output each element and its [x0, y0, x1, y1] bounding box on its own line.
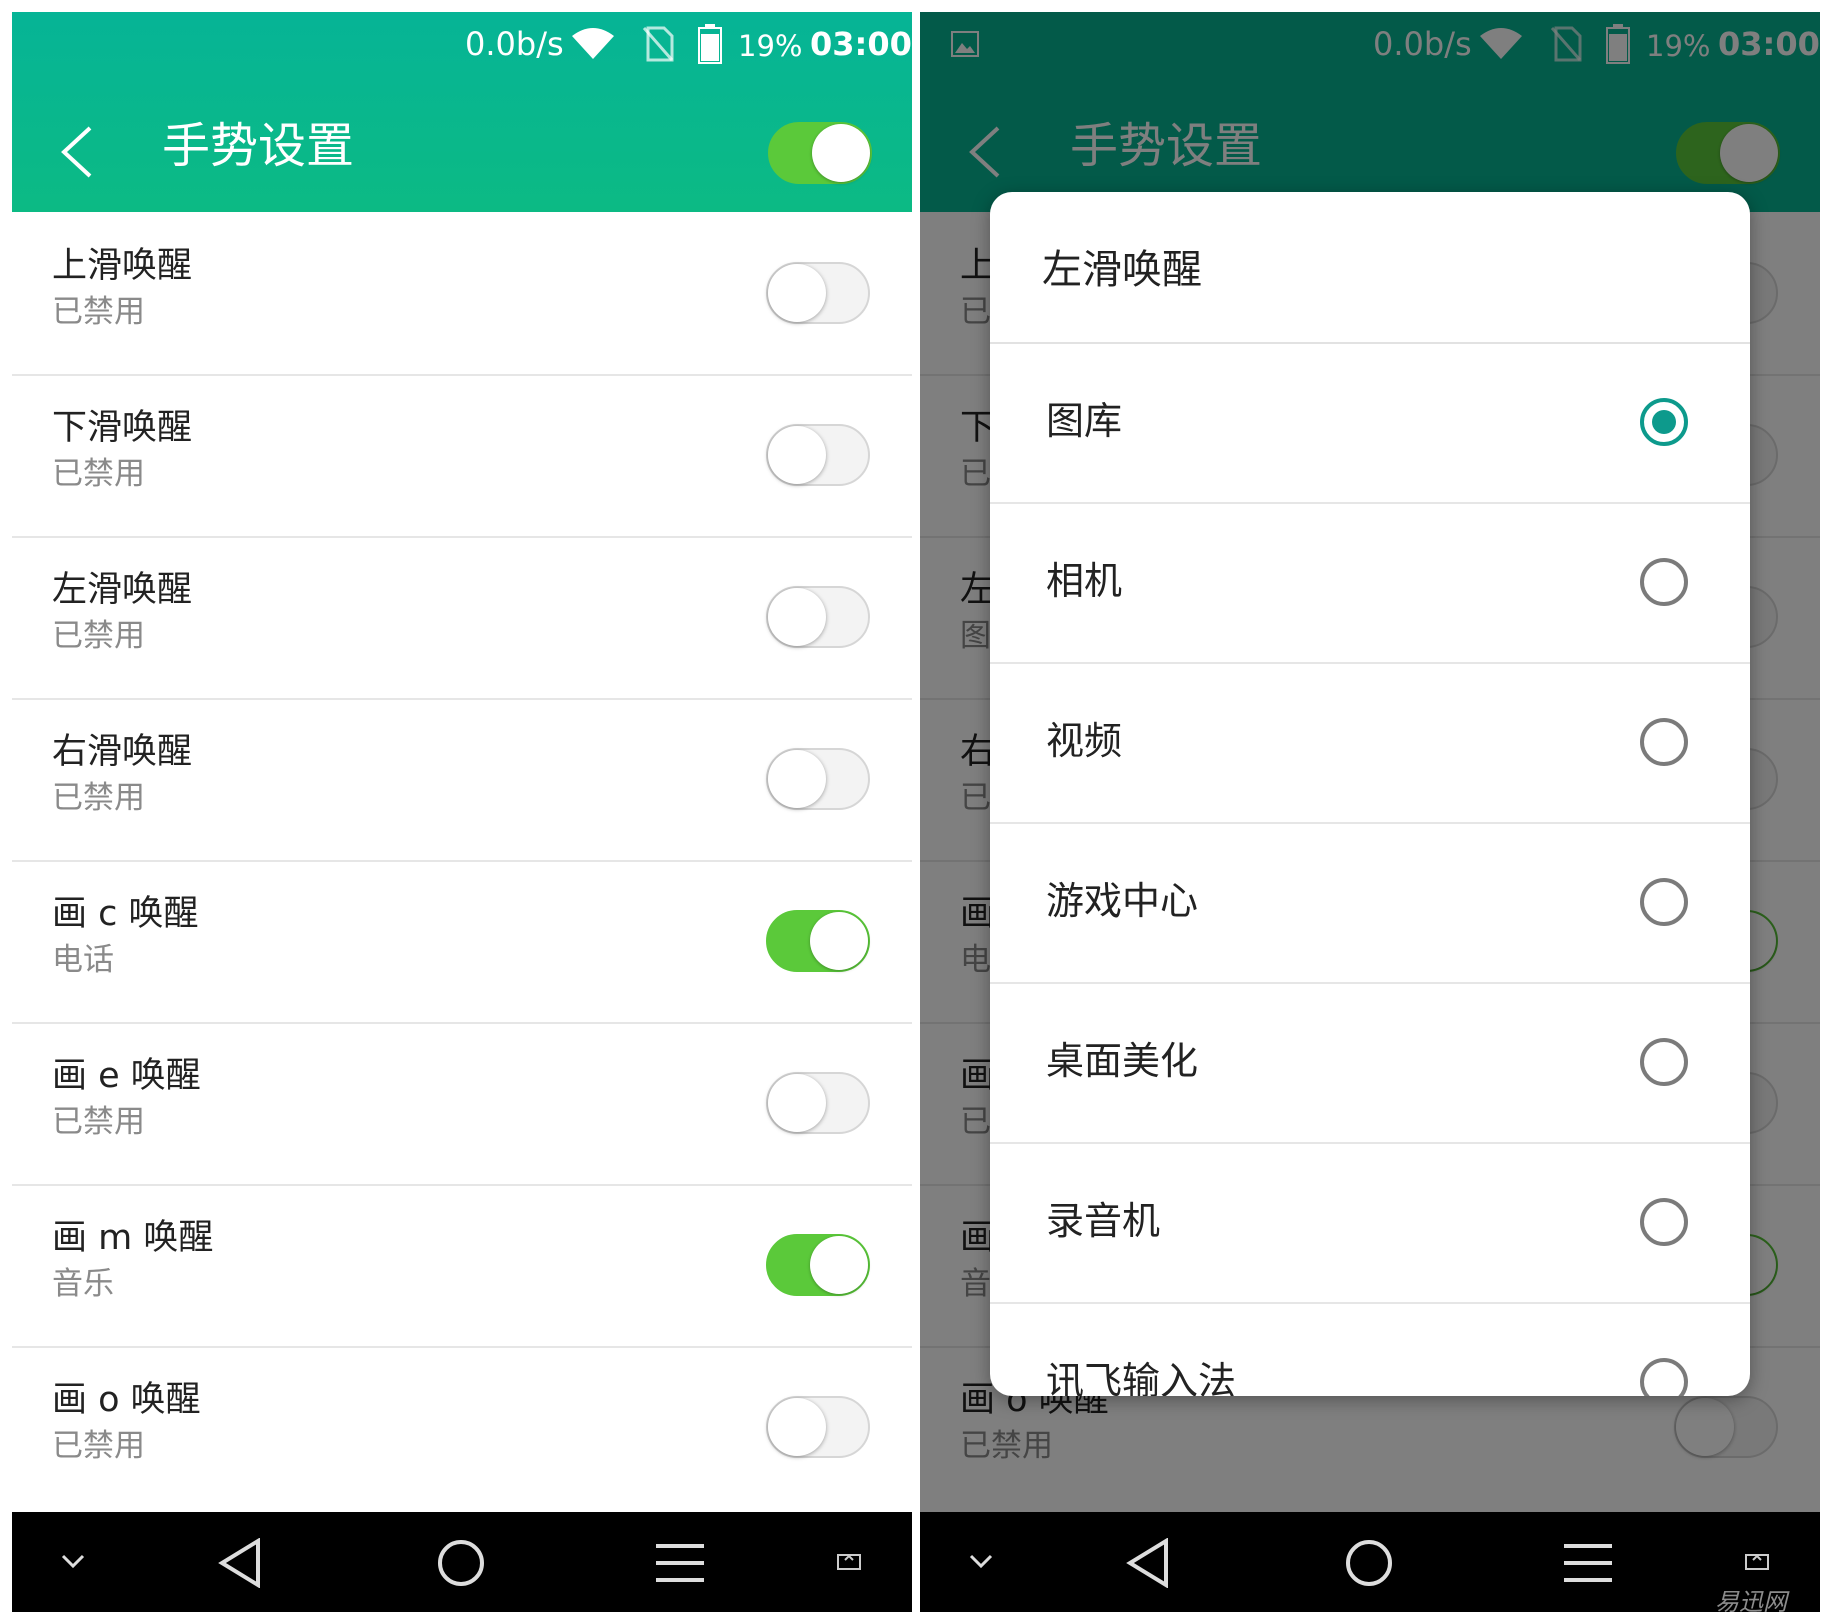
- toggle-knob: [768, 1398, 826, 1456]
- battery-icon: [698, 24, 722, 64]
- option-theme[interactable]: 桌面美化: [990, 984, 1750, 1144]
- wifi-icon: [572, 28, 614, 59]
- gesture-status: 已禁用: [52, 618, 145, 654]
- gesture-toggle[interactable]: [766, 262, 870, 324]
- gesture-title: 画 m 唤醒: [52, 1218, 214, 1258]
- option-label: 桌面美化: [1046, 1039, 1199, 1083]
- radio-button[interactable]: [1640, 1038, 1688, 1086]
- back-arrow-icon[interactable]: [56, 122, 100, 182]
- option-game-center[interactable]: 游戏中心: [990, 824, 1750, 984]
- watermark: 易迅网: [1715, 1588, 1787, 1612]
- option-ime[interactable]: 讯飞输入法: [990, 1304, 1750, 1396]
- app-bar: 0.0b/s 19% 03:00 手势设置: [12, 12, 912, 212]
- gesture-title: 画 o 唤醒: [52, 1380, 201, 1420]
- home-icon[interactable]: [1344, 1538, 1394, 1588]
- gesture-status: 音乐: [52, 1266, 114, 1302]
- gesture-toggle[interactable]: [766, 748, 870, 810]
- page-title: 手势设置: [162, 118, 355, 174]
- gesture-title: 下滑唤醒: [52, 408, 193, 448]
- clock: 03:00: [810, 25, 912, 63]
- gesture-row-swipe-down[interactable]: 下滑唤醒 已禁用: [12, 376, 912, 538]
- gesture-title: 画 e 唤醒: [52, 1056, 201, 1096]
- settings-screen: 0.0b/s 19% 03:00 手势设置 上滑唤醒 已禁用 下滑唤醒 已禁用 …: [12, 12, 912, 1612]
- gesture-row-draw-c[interactable]: 画 c 唤醒 电话: [12, 862, 912, 1024]
- option-video[interactable]: 视频: [990, 664, 1750, 824]
- option-label: 视频: [1046, 719, 1123, 763]
- gesture-title: 左滑唤醒: [52, 570, 193, 610]
- gesture-toggle[interactable]: [766, 1234, 870, 1296]
- back-icon[interactable]: [218, 1538, 262, 1588]
- home-icon[interactable]: [436, 1538, 486, 1588]
- radio-button[interactable]: [1640, 1198, 1688, 1246]
- toggle-knob: [768, 750, 826, 808]
- settings-screen-with-dialog: 0.0b/s 19% 03:00 手势设置 上已 下已 左图 右已 画电 画已 …: [920, 12, 1820, 1612]
- option-label: 录音机: [1046, 1199, 1161, 1243]
- option-gallery[interactable]: 图库: [990, 344, 1750, 504]
- toggle-knob: [768, 588, 826, 646]
- master-gesture-toggle[interactable]: [768, 122, 872, 184]
- toggle-knob: [812, 124, 870, 182]
- collapse-icon[interactable]: [60, 1552, 86, 1570]
- gesture-status: 已禁用: [52, 456, 145, 492]
- gesture-toggle[interactable]: [766, 1072, 870, 1134]
- gesture-title: 上滑唤醒: [52, 246, 193, 286]
- gesture-title: 画 c 唤醒: [52, 894, 199, 934]
- gesture-toggle[interactable]: [766, 424, 870, 486]
- screenshot-icon[interactable]: [1744, 1550, 1770, 1572]
- option-label: 图库: [1046, 399, 1123, 443]
- navigation-bar: [920, 1512, 1820, 1612]
- option-camera[interactable]: 相机: [990, 504, 1750, 664]
- gesture-status: 已禁用: [52, 294, 145, 330]
- gesture-row-draw-o[interactable]: 画 o 唤醒 已禁用: [12, 1348, 912, 1510]
- toggle-knob: [810, 1236, 868, 1294]
- toggle-knob: [768, 1074, 826, 1132]
- back-icon[interactable]: [1126, 1538, 1170, 1588]
- radio-button[interactable]: [1640, 878, 1688, 926]
- battery-percent: 19%: [738, 29, 803, 63]
- menu-icon[interactable]: [654, 1542, 706, 1584]
- option-label: 讯飞输入法: [1046, 1359, 1237, 1396]
- status-bar: 0.0b/s 19% 03:00: [12, 12, 912, 76]
- network-speed: 0.0b/s: [465, 25, 564, 63]
- screenshot-icon[interactable]: [836, 1550, 862, 1572]
- gesture-toggle[interactable]: [766, 910, 870, 972]
- gesture-status: 已禁用: [52, 1104, 145, 1140]
- app-picker-dialog: 左滑唤醒 图库 相机 视频 游戏中心 桌面美化 录音机 讯飞输入法: [990, 192, 1750, 1396]
- navigation-bar: [12, 1512, 912, 1612]
- toggle-knob: [768, 264, 826, 322]
- gesture-status: 已禁用: [52, 1428, 145, 1464]
- gesture-toggle[interactable]: [766, 1396, 870, 1458]
- radio-button-selected[interactable]: [1640, 398, 1688, 446]
- toggle-knob: [768, 426, 826, 484]
- radio-button[interactable]: [1640, 718, 1688, 766]
- gesture-title: 右滑唤醒: [52, 732, 193, 772]
- gesture-row-swipe-up[interactable]: 上滑唤醒 已禁用: [12, 214, 912, 376]
- option-label: 游戏中心: [1046, 879, 1199, 923]
- gesture-row-draw-e[interactable]: 画 e 唤醒 已禁用: [12, 1024, 912, 1186]
- gesture-toggle[interactable]: [766, 586, 870, 648]
- gesture-status: 已禁用: [52, 780, 145, 816]
- option-label: 相机: [1046, 559, 1123, 603]
- collapse-icon[interactable]: [968, 1552, 994, 1570]
- gesture-status: 电话: [52, 942, 114, 978]
- gesture-row-swipe-right[interactable]: 右滑唤醒 已禁用: [12, 700, 912, 862]
- gesture-row-swipe-left[interactable]: 左滑唤醒 已禁用: [12, 538, 912, 700]
- gesture-row-draw-m[interactable]: 画 m 唤醒 音乐: [12, 1186, 912, 1348]
- no-sim-icon: [642, 26, 674, 62]
- toggle-knob: [810, 912, 868, 970]
- menu-icon[interactable]: [1562, 1542, 1614, 1584]
- option-recorder[interactable]: 录音机: [990, 1144, 1750, 1304]
- gesture-list: 上滑唤醒 已禁用 下滑唤醒 已禁用 左滑唤醒 已禁用 右滑唤醒 已禁用 画 c …: [12, 214, 912, 1510]
- radio-button[interactable]: [1640, 1358, 1688, 1396]
- dialog-title: 左滑唤醒: [1042, 247, 1202, 293]
- radio-button[interactable]: [1640, 558, 1688, 606]
